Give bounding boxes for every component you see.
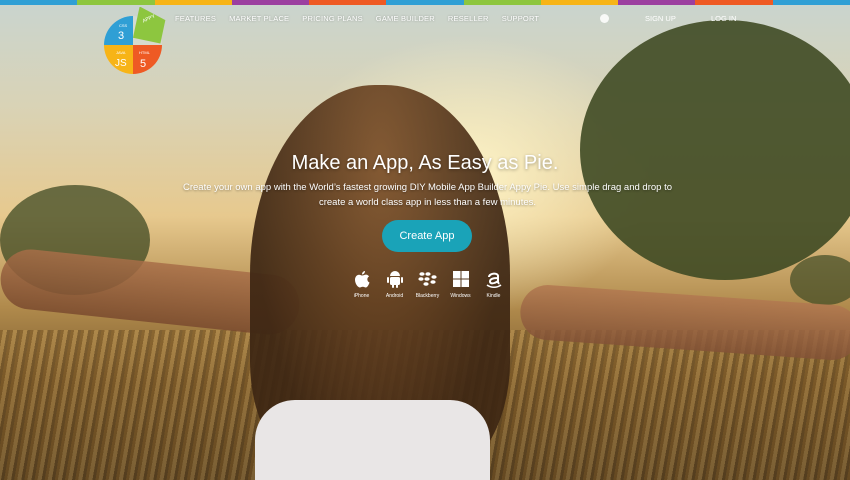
platform-label: Android [385, 293, 404, 299]
color-stripe [231, 0, 310, 5]
hero-subtitle: Create your own app with the World’s fas… [183, 182, 672, 208]
platform-label: Windows [450, 293, 471, 299]
nav-pricing-plans[interactable]: PRICING PLANS [302, 14, 363, 23]
color-stripe [772, 0, 850, 5]
create-app-button[interactable]: Create App [382, 220, 472, 252]
color-stripe [618, 0, 696, 5]
platform-blackberry[interactable]: Blackberry [414, 268, 441, 299]
nav-market-place[interactable]: MARKET PLACE [229, 14, 289, 23]
svg-text:JAVA: JAVA [116, 50, 126, 55]
color-stripe [309, 0, 387, 5]
color-stripe [77, 0, 155, 5]
amazon-icon [484, 268, 504, 290]
girl-shirt [255, 400, 490, 480]
top-color-bar [0, 0, 850, 5]
appy-pie-logo[interactable]: CSS 3 APPY JAVA JS HTML 5 [103, 7, 167, 75]
windows-icon [451, 268, 471, 290]
color-stripe [695, 0, 773, 5]
nav-features[interactable]: FEATURES [175, 14, 216, 23]
main-nav: FEATURES MARKET PLACE PRICING PLANS GAME… [175, 14, 552, 23]
platform-list: iPhone Android Blackberry Windows Kindle [348, 268, 507, 299]
color-stripe [463, 0, 541, 5]
color-stripe [0, 0, 78, 5]
platform-kindle[interactable]: Kindle [480, 268, 507, 299]
signup-link[interactable]: SIGN UP [645, 14, 676, 23]
svg-text:3: 3 [118, 30, 124, 42]
color-stripe [540, 0, 619, 5]
svg-text:JS: JS [115, 58, 127, 69]
android-icon [385, 268, 405, 290]
platform-label: Blackberry [415, 293, 440, 299]
hero-title: Make an App, As Easy as Pie. [291, 152, 559, 174]
color-stripe [154, 0, 232, 5]
tree-shape [790, 255, 850, 305]
svg-text:5: 5 [140, 58, 146, 70]
tree-shape [580, 20, 850, 280]
nav-support[interactable]: SUPPORT [502, 14, 540, 23]
platform-android[interactable]: Android [381, 268, 408, 299]
blackberry-icon [417, 268, 438, 290]
svg-text:HTML: HTML [139, 50, 151, 55]
platform-windows[interactable]: Windows [447, 268, 474, 299]
apple-icon [352, 268, 372, 290]
globe-icon[interactable] [600, 14, 609, 23]
login-link[interactable]: LOG IN [711, 14, 736, 23]
nav-reseller[interactable]: RESELLER [448, 14, 489, 23]
nav-game-builder[interactable]: GAME BUILDER [376, 14, 435, 23]
svg-text:CSS: CSS [119, 23, 128, 28]
platform-label: iPhone [353, 293, 370, 299]
platform-iphone[interactable]: iPhone [348, 268, 375, 299]
color-stripe [386, 0, 464, 5]
platform-label: Kindle [486, 293, 501, 299]
